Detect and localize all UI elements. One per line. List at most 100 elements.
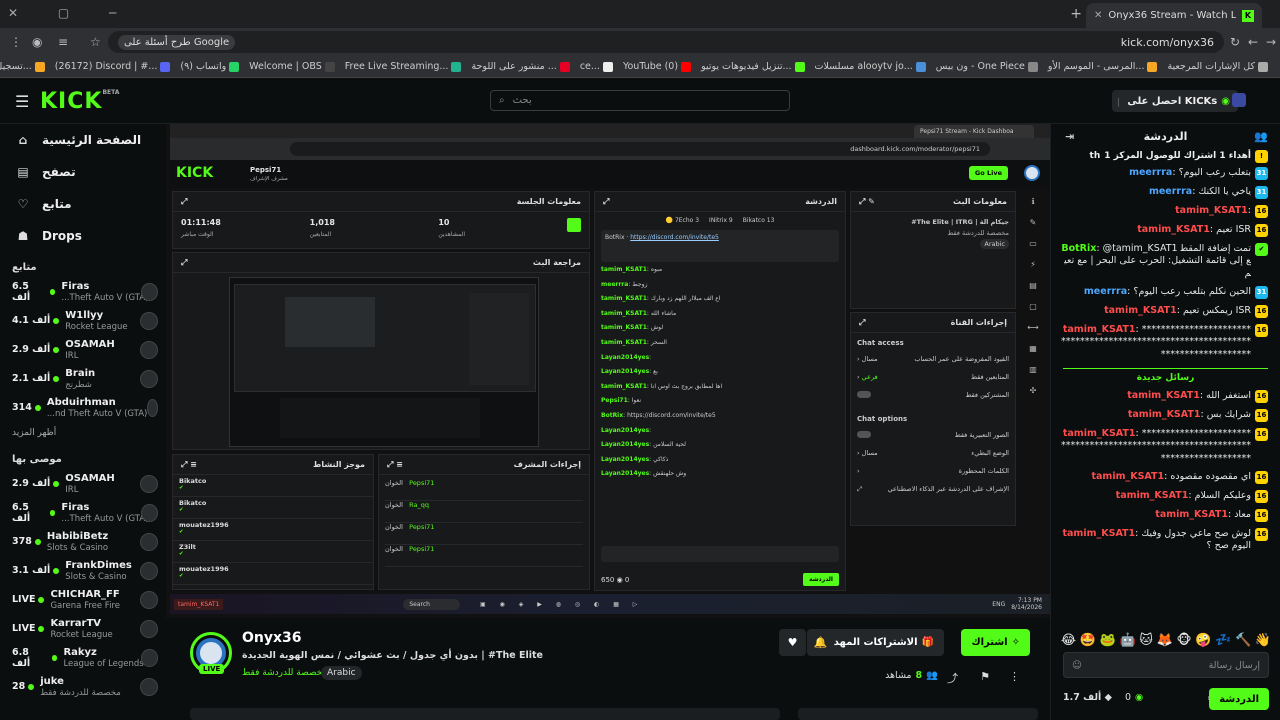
chat-message[interactable]: tamim_KSAT1: وعليكم السلام 16 [1051,487,1280,506]
emote-icon[interactable]: 😂 [1061,633,1076,648]
sidebar-channel[interactable]: 6.8 ألف Rakyz League of Legends [0,643,166,672]
chat-username[interactable]: tamim_KSAT1 [1062,528,1135,539]
google-ask-chip[interactable]: طرح أسئلة على Google [118,34,236,50]
chat-message[interactable]: meerrra: الحين نكلم بتلعب رعب اليوم؟ 31 [1051,283,1280,302]
sidebar-nav-item[interactable]: ▤ تصفح [0,156,166,188]
chat-username[interactable]: meerrra [1084,286,1127,297]
sidebar-channel[interactable]: 6.5 ألف Firas ...Theft Auto V (GTA) [0,498,166,527]
channel-name[interactable]: Onyx36 [242,630,302,646]
chat-message[interactable]: tamim_KSAT1: استغفر الله 16 [1051,387,1280,406]
chat-message[interactable]: tamim_KSAT1: شرايك بس 16 [1051,406,1280,425]
bookmark-item[interactable]: منشور على اللوحة ... [471,61,570,72]
omnibox[interactable]: طرح أسئلة على Google kick.com/onyx36 [108,31,1224,53]
sidebar-channel[interactable]: 378 HabibiBetz Slots & Casino [0,527,166,556]
browser-tab-active[interactable]: ✕ Onyx36 Stream - Watch Live on K [1086,3,1262,28]
window-controls[interactable]: ✕ ▢ ─ [8,6,134,20]
bookmark-star-icon[interactable]: ☆ [90,35,101,49]
kicks-balance[interactable]: 1.7 ألف ◆ [1063,692,1112,703]
notification-bell-button[interactable]: 🔔 [807,629,834,656]
emote-icon[interactable]: 🦊 [1157,633,1173,648]
chat-message[interactable]: tamim_KSAT1: ريمكس تعيم ISR 16 [1051,302,1280,321]
chat-username[interactable]: tamim_KSAT1 [1175,205,1248,216]
emoji-icon[interactable]: ☺ [1072,660,1082,671]
chat-username[interactable]: tamim_KSAT1 [1137,224,1210,235]
chat-username[interactable]: meerrra [1149,186,1192,197]
chat-users-icon[interactable]: 👥 [1254,130,1268,143]
collapse-chat-icon[interactable]: ⇥ [1065,130,1074,143]
chat-username[interactable]: tamim_KSAT1 [1127,390,1200,401]
chat-message[interactable]: tamim_KSAT1: ***************************… [1051,321,1280,364]
emote-icon[interactable]: 🐸 [1100,633,1116,648]
clip-icon[interactable]: ⚑ [980,670,990,683]
tab-search-icon[interactable]: ≡ [58,35,68,49]
chat-username[interactable]: tamim_KSAT1 [1104,305,1177,316]
sidebar-channel[interactable]: 6.5 ألف Firas ...Theft Auto V (GTA) [0,277,166,306]
chat-username[interactable]: tamim_KSAT1 [1063,428,1136,439]
get-kicks-button[interactable]: احصل على KICKs ◉ [1119,90,1238,112]
chat-send-button[interactable]: الدردشة [1209,688,1269,710]
close-tab-icon[interactable]: ✕ [1094,10,1102,21]
emote-icon[interactable]: 🤩 [1080,633,1096,648]
chat-message[interactable]: tamim_KSAT1: اي مقصوده مقصوده 16 [1051,468,1280,487]
sidebar-channel[interactable]: 28 juke مخصصة للدردشة فقط [0,672,166,701]
emote-icon[interactable]: 💤 [1215,633,1231,648]
kick-logo[interactable]: KICKBETA [40,89,119,114]
show-more-link[interactable]: أظهر المزيد [0,422,166,444]
chat-username[interactable]: BotRix [1061,243,1096,254]
more-options-icon[interactable]: ⋮ [1009,670,1020,683]
sidebar-channel[interactable]: LIVE KarrarTV Rocket League [0,614,166,643]
chat-message[interactable]: tamim_KSAT1: تعيم ISR 16 [1051,221,1280,240]
emote-icon[interactable]: 🐱 [1139,633,1153,648]
chat-username[interactable]: tamim_KSAT1 [1091,471,1164,482]
bookmark-item[interactable]: تنزيل فيديوهات يوتيو... [701,61,805,72]
chat-username[interactable]: tamim_KSAT1 [1128,409,1201,420]
new-tab-button[interactable]: + [1070,6,1082,22]
bookmark-item[interactable]: مسلسلات alooytv jo... [815,61,926,72]
chat-username[interactable]: tamim_KSAT1 [1063,324,1136,335]
sidebar-channel[interactable]: 2.9 ألف OSAMAH IRL [0,469,166,498]
bookmark-item[interactable]: Welcome | OBS [249,61,335,72]
bookmark-item[interactable]: ون بيس - One Piece [936,61,1038,72]
forward-icon[interactable]: → [1266,35,1276,49]
chat-message[interactable]: BotRix: @tamim_KSAT1 تمت إضافة المقطع إل… [1051,240,1280,283]
user-avatar[interactable] [1232,93,1246,107]
sidebar-channel[interactable]: 4.1 ألف W1llyy Rocket League [0,306,166,335]
profile-icon[interactable]: ◉ [32,35,42,49]
sidebar-channel[interactable]: 2.9 ألف OSAMAH IRL [0,335,166,364]
chat-input[interactable]: ☺ إرسال رسالة [1063,652,1269,678]
channel-points[interactable]: 0 ◉ [1125,692,1143,703]
chat-username[interactable]: tamim_KSAT1 [1116,490,1189,501]
bookmark-item[interactable]: ce... [580,61,613,72]
video-player[interactable]: Pepsi71 Stream - Kick Dashboa dashboard.… [166,124,1050,618]
bookmark-item[interactable]: المرسى - الموسم الأو... [1048,61,1158,72]
chat-message[interactable]: meerrra: ياخي يا الكنك 31 [1051,183,1280,202]
bookmark-item[interactable]: YouTube (0) [623,61,692,72]
bookmark-item[interactable]: (26172) Discord | #... [55,61,171,72]
chat-username[interactable]: meerrra [1129,167,1172,178]
emote-icon[interactable]: 🐵 [1176,633,1191,648]
sidebar-channel[interactable]: 3.1 ألف FrankDimes Slots & Casino [0,556,166,585]
sidebar-channel[interactable]: LIVE CHICHAR_FF Garena Free Fire [0,585,166,614]
chat-message[interactable]: tamim_KSAT1: لوش صح ماعي جدول وفيك اليوم… [1051,525,1280,556]
reload-icon[interactable]: ↻ [1230,35,1240,49]
subscribe-button[interactable]: اشتراك ✧ [961,629,1030,656]
bookmark-item[interactable]: تسجيل الدخول - المو... [0,61,45,72]
follow-heart-button[interactable]: ♥ [779,629,806,656]
hamburger-menu-icon[interactable]: ☰ [15,92,29,111]
sidebar-nav-item[interactable]: ☗ Drops [0,220,166,252]
sidebar-nav-item[interactable]: ♡ متابع [0,188,166,220]
sidebar-channel[interactable]: 314 Abduirhman ...nd Theft Auto V (GTA) [0,393,166,422]
share-icon[interactable]: ⤴ [947,670,958,686]
emote-icon[interactable]: 🤖 [1119,633,1135,648]
sidebar-channel[interactable]: 2.1 ألف Brain شطرنج [0,364,166,393]
chat-message[interactable]: tamim_KSAT1: ***************************… [1051,425,1280,468]
stream-category[interactable]: مخصصة للدردشة فقط [242,668,327,678]
chat-message[interactable]: meerrra: بتعلب رعب اليوم؟ 31 [1051,164,1280,183]
emote-icon[interactable]: 👋 [1255,633,1271,648]
emote-icon[interactable]: 🤪 [1195,633,1211,648]
back-icon[interactable]: ← [1248,35,1258,49]
chat-username[interactable]: tamim_KSAT1 [1155,509,1228,520]
menu-dots-icon[interactable]: ⋮ [10,35,22,49]
stream-language-tag[interactable]: Arabic [321,666,362,680]
chat-message[interactable]: tamim_KSAT1: معاد 16 [1051,506,1280,525]
